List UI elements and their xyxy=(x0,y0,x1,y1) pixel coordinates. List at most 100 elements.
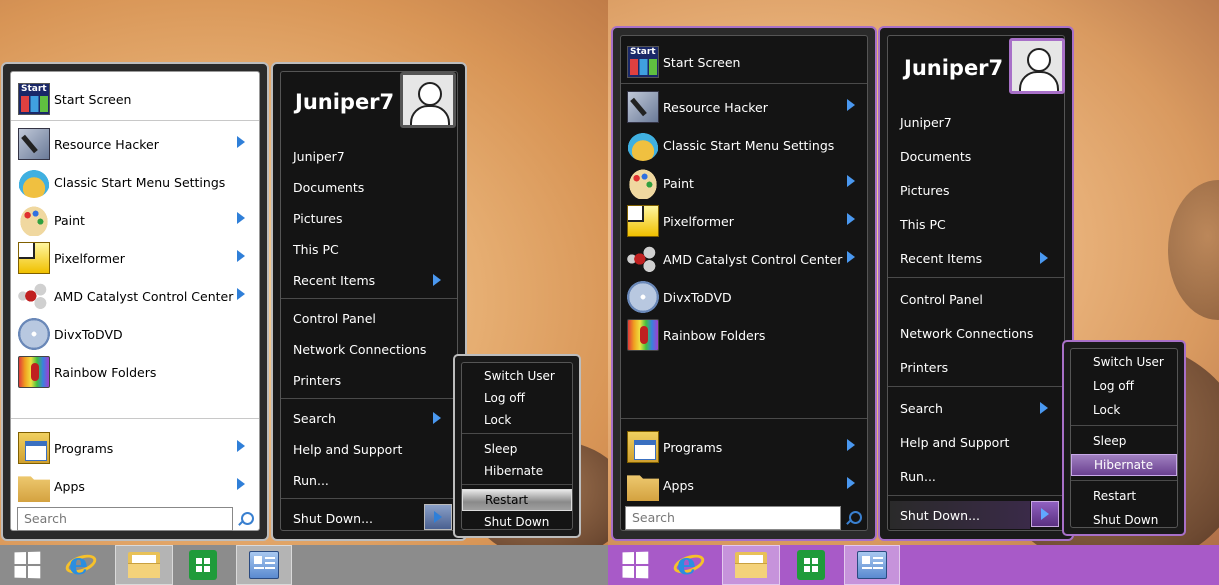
taskbar-classic-shell-button[interactable] xyxy=(844,545,900,585)
places-item-documents[interactable]: Documents xyxy=(900,142,971,170)
power-item-shut-down[interactable]: Shut Down xyxy=(1071,509,1177,531)
places-item-this-pc[interactable]: This PC xyxy=(900,210,946,238)
menu-item-programs[interactable]: Programs xyxy=(18,430,113,466)
menu-item-start-screen[interactable]: Start Start Screen xyxy=(18,81,131,117)
separator xyxy=(621,83,867,84)
places-item-help-and-support[interactable]: Help and Support xyxy=(900,428,1009,456)
menu-item-apps[interactable]: Apps xyxy=(627,467,694,503)
places-item-juniper7[interactable]: Juniper7 xyxy=(900,108,952,136)
power-item-hibernate[interactable]: Hibernate xyxy=(462,460,572,482)
search-icon[interactable] xyxy=(238,512,254,526)
menu-item-rainbow-folders[interactable]: Rainbow Folders xyxy=(627,317,765,353)
menu-item-pixelformer[interactable]: Pixelformer xyxy=(18,240,125,276)
taskbar-store-button[interactable] xyxy=(784,545,838,585)
search-input[interactable]: Search xyxy=(625,506,841,530)
taskbar-ie-button[interactable]: e xyxy=(662,545,716,585)
menu-item-start-screen[interactable]: Start Start Screen xyxy=(627,44,740,80)
power-item-sleep[interactable]: Sleep xyxy=(462,438,572,460)
menu-item-paint[interactable]: Paint xyxy=(18,202,85,238)
taskbar-store-button[interactable] xyxy=(176,545,230,585)
places-item-run[interactable]: Run... xyxy=(293,466,329,494)
menu-item-label: Pixelformer xyxy=(663,213,734,229)
places-item-printers[interactable]: Printers xyxy=(900,353,948,381)
shutdown-options-button[interactable] xyxy=(424,504,452,530)
power-item-shut-down[interactable]: Shut Down xyxy=(462,511,572,533)
shutdown-options-button[interactable] xyxy=(1031,501,1059,527)
power-item-lock[interactable]: Lock xyxy=(462,409,572,431)
places-item-juniper7[interactable]: Juniper7 xyxy=(293,142,345,170)
shutdown-button[interactable]: Shut Down... xyxy=(890,501,1030,529)
power-item-log-off[interactable]: Log off xyxy=(1071,375,1177,397)
menu-item-label: DivxToDVD xyxy=(663,289,732,305)
windows-store-icon xyxy=(189,550,217,580)
resource-hacker-icon xyxy=(18,128,50,160)
places-item-recent-items[interactable]: Recent Items xyxy=(293,266,375,294)
power-item-restart[interactable]: Restart xyxy=(462,489,572,511)
apps-folder-icon xyxy=(627,475,659,501)
places-item-help-and-support[interactable]: Help and Support xyxy=(293,435,402,463)
submenu-arrow-icon xyxy=(847,213,855,225)
places-item-search[interactable]: Search xyxy=(293,404,336,432)
menu-item-programs[interactable]: Programs xyxy=(627,429,722,465)
places-item-search[interactable]: Search xyxy=(900,394,943,422)
chevron-right-icon xyxy=(434,511,442,523)
taskbar-right: e xyxy=(608,545,1219,585)
places-item-this-pc[interactable]: This PC xyxy=(293,235,339,263)
start-screen-icon: Start xyxy=(627,46,659,78)
places-item-run[interactable]: Run... xyxy=(900,462,936,490)
menu-item-apps[interactable]: Apps xyxy=(18,468,85,504)
places-item-control-panel[interactable]: Control Panel xyxy=(293,304,376,332)
start-screen-icon: Start xyxy=(18,83,50,115)
power-item-hibernate[interactable]: Hibernate xyxy=(1071,454,1177,476)
separator xyxy=(1071,425,1177,426)
places-item-pictures[interactable]: Pictures xyxy=(293,204,343,232)
menu-item-classic-start-menu-settings[interactable]: Classic Start Menu Settings xyxy=(18,164,225,200)
menu-item-resource-hacker[interactable]: Resource Hacker xyxy=(627,89,768,125)
places-item-pictures[interactable]: Pictures xyxy=(900,176,950,204)
taskbar-classic-shell-button[interactable] xyxy=(236,545,292,585)
menu-item-divxtodvd[interactable]: DivxToDVD xyxy=(627,279,732,315)
menu-item-classic-start-menu-settings[interactable]: Classic Start Menu Settings xyxy=(627,127,834,163)
menu-item-pixelformer[interactable]: Pixelformer xyxy=(627,203,734,239)
places-item-recent-items[interactable]: Recent Items xyxy=(900,244,982,272)
places-item-printers[interactable]: Printers xyxy=(293,366,341,394)
power-item-restart[interactable]: Restart xyxy=(1071,485,1177,507)
taskbar-explorer-button[interactable] xyxy=(115,545,173,585)
power-item-switch-user[interactable]: Switch User xyxy=(1071,351,1177,373)
menu-item-rainbow-folders[interactable]: Rainbow Folders xyxy=(18,354,156,390)
menu-item-paint[interactable]: Paint xyxy=(627,165,694,201)
submenu-arrow-icon xyxy=(237,288,245,300)
submenu-arrow-icon xyxy=(847,439,855,451)
submenu-arrow-icon xyxy=(847,175,855,187)
places-item-network-connections[interactable]: Network Connections xyxy=(900,319,1033,347)
search-icon[interactable] xyxy=(846,511,862,525)
separator xyxy=(888,277,1064,278)
menu-item-divxtodvd[interactable]: DivxToDVD xyxy=(18,316,123,352)
user-avatar-icon[interactable] xyxy=(1009,38,1065,94)
taskbar-explorer-button[interactable] xyxy=(722,545,780,585)
menu-item-amd-catalyst[interactable]: AMD Catalyst Control Center xyxy=(18,278,233,314)
menu-item-resource-hacker[interactable]: Resource Hacker xyxy=(18,126,159,162)
windows-start-icon xyxy=(622,551,649,579)
start-button[interactable] xyxy=(608,545,662,585)
shutdown-button[interactable]: Shut Down... xyxy=(293,504,373,532)
start-menu-programs-column: Start Start Screen Resource Hacker Class… xyxy=(1,62,269,541)
start-button[interactable] xyxy=(0,545,54,585)
power-item-lock[interactable]: Lock xyxy=(1071,399,1177,421)
power-item-switch-user[interactable]: Switch User xyxy=(462,365,572,387)
user-avatar-icon[interactable] xyxy=(400,72,456,128)
chevron-right-icon xyxy=(1041,508,1049,520)
power-submenu: Switch User Log off Lock Sleep Hibernate… xyxy=(453,354,581,538)
power-item-sleep[interactable]: Sleep xyxy=(1071,430,1177,452)
places-item-control-panel[interactable]: Control Panel xyxy=(900,285,983,313)
taskbar-ie-button[interactable]: e xyxy=(54,545,108,585)
search-input[interactable]: Search xyxy=(17,507,233,531)
amd-catalyst-icon xyxy=(627,243,659,275)
places-item-documents[interactable]: Documents xyxy=(293,173,364,201)
menu-item-label: Resource Hacker xyxy=(54,136,159,152)
amd-catalyst-icon xyxy=(18,280,50,312)
power-item-log-off[interactable]: Log off xyxy=(462,387,572,409)
file-explorer-icon xyxy=(128,552,160,578)
menu-item-amd-catalyst[interactable]: AMD Catalyst Control Center xyxy=(627,241,842,277)
places-item-network-connections[interactable]: Network Connections xyxy=(293,335,426,363)
